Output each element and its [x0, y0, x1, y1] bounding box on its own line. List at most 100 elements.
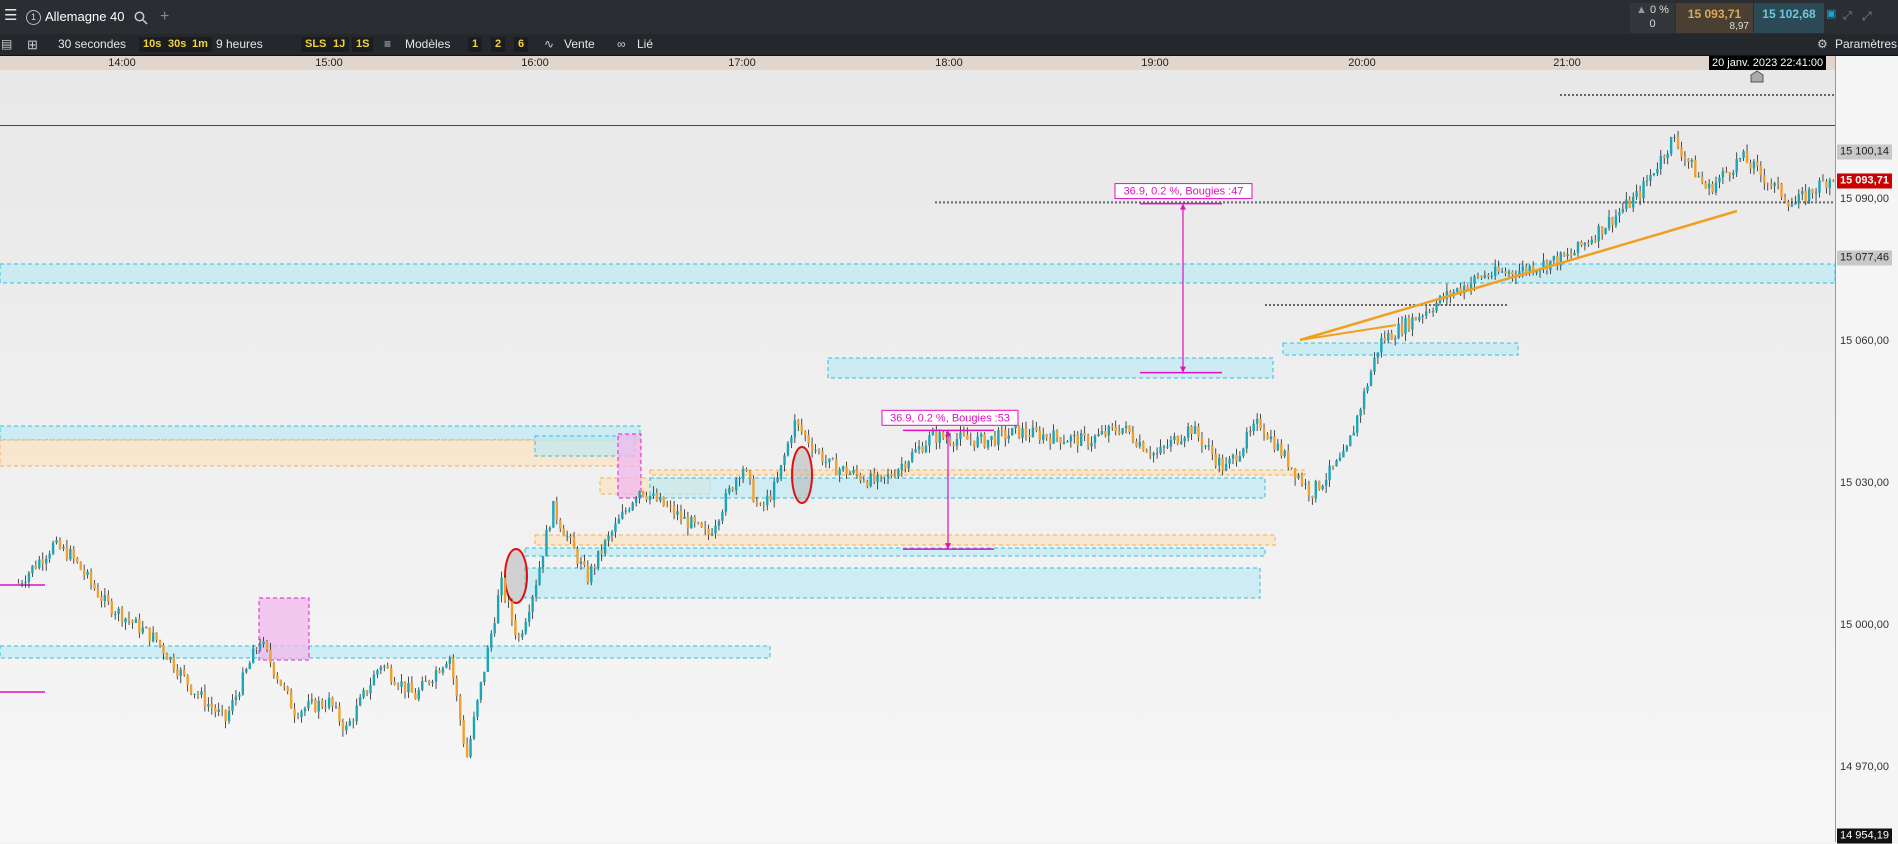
sell-button[interactable]: Vente	[564, 34, 595, 55]
search-icon[interactable]	[134, 11, 148, 25]
candle-body	[1014, 425, 1017, 429]
candle-body	[728, 487, 731, 493]
linked-button[interactable]: Lié	[637, 34, 653, 55]
candle-body	[196, 693, 200, 696]
candle-body	[396, 684, 400, 687]
candle-body	[1618, 212, 1621, 216]
candle-body	[1521, 266, 1524, 272]
candle-body	[1642, 181, 1645, 199]
candle-body	[962, 432, 966, 435]
range-selector[interactable]: 9 heures	[216, 34, 263, 55]
candle-body	[1735, 158, 1738, 173]
candle-body	[1428, 311, 1431, 313]
candle-body	[500, 577, 503, 596]
close-icon[interactable]: ⤢	[1862, 6, 1872, 27]
candle-body	[1801, 190, 1804, 195]
price-axis[interactable]: 15 090,00 15 060,00 15 030,00 15 000,00 …	[1835, 56, 1898, 844]
candle-body	[1293, 468, 1297, 479]
candle-body	[631, 502, 634, 510]
candle-body	[1273, 436, 1276, 451]
chart-toolbar: ▤ ⊞ 30 secondes 10s 30s 1m 9 heures SLS …	[0, 34, 1898, 56]
candle-body	[1162, 446, 1166, 448]
candle-body	[93, 583, 96, 589]
candle-body	[503, 577, 507, 601]
chart-plot-area[interactable]: 36.9, 0.2 %, Bougies :53 36.9, 0.2 %, Bou…	[0, 70, 1835, 842]
candle-body	[1324, 480, 1328, 486]
candle-body	[886, 473, 890, 478]
candle-body	[831, 458, 834, 460]
candle-body	[1349, 435, 1352, 447]
candle-body	[252, 648, 255, 664]
interval-selector[interactable]: 30 secondes	[58, 34, 126, 55]
period-1j-button[interactable]: 1J	[329, 37, 350, 52]
zone-rect	[0, 263, 1835, 284]
candle-body	[845, 466, 848, 475]
candle-body	[362, 690, 365, 698]
candle-body	[528, 611, 531, 622]
candle-body	[1393, 338, 1397, 340]
candle-body	[555, 500, 558, 520]
candle-body	[1193, 426, 1197, 434]
candle-body	[1142, 441, 1145, 451]
hamburger-icon[interactable]: ☰	[4, 6, 17, 26]
candle-body	[1380, 338, 1383, 353]
candle-body	[72, 549, 75, 559]
candle-body	[1252, 423, 1255, 432]
candle-body	[1366, 385, 1369, 392]
candle-body	[1728, 172, 1731, 176]
candle-body	[786, 443, 790, 456]
candle-body	[876, 475, 879, 482]
layout-1-button[interactable]: 1	[468, 37, 483, 52]
candle-body	[317, 700, 320, 712]
candle-body	[893, 475, 897, 477]
candle-body	[69, 549, 72, 560]
candle-body	[1621, 208, 1625, 213]
candle-body	[34, 565, 38, 569]
ask-box[interactable]: 15 102,68	[1754, 3, 1824, 33]
list-icon[interactable]: ▤	[1, 34, 12, 55]
candle-body	[1000, 429, 1004, 431]
interval-30s-button[interactable]: 30s	[164, 37, 191, 52]
layout-6-button[interactable]: 6	[514, 37, 529, 52]
pin-icon[interactable]: ▣	[1826, 4, 1836, 25]
candle-body	[24, 582, 27, 584]
candle-body	[269, 649, 272, 664]
candle-body	[766, 495, 769, 506]
shrink-icon[interactable]: ⤢	[1843, 6, 1852, 27]
layout-2-button[interactable]: 2	[491, 37, 506, 52]
symbol-selector[interactable]: 1 Allemagne 40	[22, 5, 152, 29]
candle-body	[272, 663, 276, 676]
candle-body	[1638, 191, 1642, 199]
plus-icon[interactable]: +	[160, 6, 169, 28]
sls-button[interactable]: SLS	[301, 37, 331, 52]
gear-icon[interactable]: ⚙	[1817, 34, 1828, 55]
templates-icon[interactable]: ≡	[384, 34, 391, 55]
candle-body	[372, 674, 376, 686]
candle-body	[617, 518, 621, 524]
candle-body	[593, 566, 596, 568]
candle-body	[938, 432, 941, 443]
highlight-rect	[617, 433, 642, 499]
candle-body	[1111, 426, 1114, 428]
bid-box[interactable]: 15 093,71 8,97	[1676, 3, 1753, 33]
interval-1m-button[interactable]: 1m	[188, 37, 212, 52]
candle-body	[65, 546, 69, 560]
candle-body	[293, 708, 296, 717]
candle-body	[817, 450, 821, 452]
price-chart[interactable]: 36.9, 0.2 %, Bougies :53 36.9, 0.2 %, Bou…	[0, 70, 1835, 842]
candle-body	[1738, 157, 1742, 159]
candle-body	[379, 666, 383, 671]
candle-body	[1314, 481, 1317, 499]
interval-10s-button[interactable]: 10s	[139, 37, 166, 52]
grid-layout-icon[interactable]: ⊞	[27, 34, 38, 55]
candle-body	[241, 672, 245, 695]
candle-body	[1066, 441, 1069, 443]
candle-body	[1121, 428, 1124, 434]
templates-button[interactable]: Modèles	[405, 34, 450, 55]
candle-body	[662, 496, 665, 506]
candle-body	[1811, 189, 1814, 194]
period-1s-button[interactable]: 1S	[352, 37, 374, 52]
time-tick: 16:00	[521, 57, 549, 69]
candle-body	[1266, 434, 1269, 440]
settings-button[interactable]: Paramètres	[1835, 34, 1897, 55]
